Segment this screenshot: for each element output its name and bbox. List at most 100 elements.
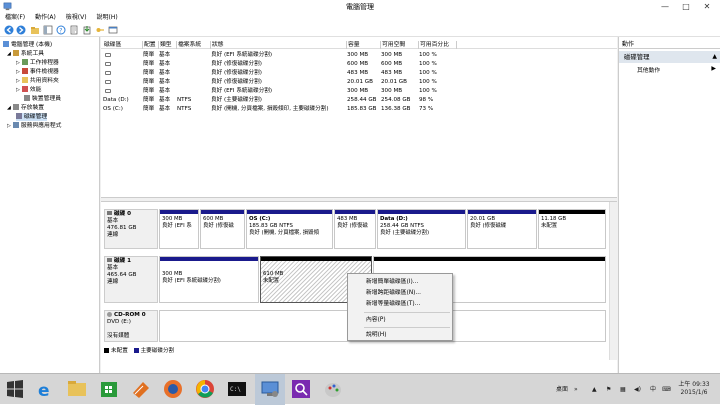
col-status[interactable]: 狀態 <box>211 41 347 49</box>
app-icon-orange[interactable] <box>130 378 152 400</box>
help-icon[interactable]: ? <box>56 25 66 35</box>
title-bar: 電腦管理 — □ ✕ <box>0 0 720 13</box>
volume-capacity: 300 MB <box>347 88 369 94</box>
computer-management-task-icon[interactable] <box>259 378 281 400</box>
volume-icon[interactable]: ◀) <box>634 374 641 405</box>
disk0-partition-data[interactable]: Data (D:) 258.44 GB NTFS 良好 (主要磁碟分割) <box>377 209 466 249</box>
legend-swatch-primary <box>133 348 139 353</box>
disk-view-scrollbar[interactable] <box>609 202 617 360</box>
volume-layout: 簡單 <box>143 88 155 94</box>
action-more-actions[interactable]: 其他動作 <box>637 65 660 74</box>
col-free-pct[interactable]: 可用百分比 <box>419 41 457 49</box>
volume-status: 良好 (修復磁碟分割) <box>211 79 262 85</box>
col-free-space[interactable]: 可用空間 <box>381 41 419 49</box>
col-type[interactable]: 類型 <box>159 41 177 49</box>
back-icon[interactable] <box>4 25 14 35</box>
key-icon[interactable] <box>95 25 105 35</box>
maximize-button[interactable]: □ <box>675 0 697 13</box>
tree-item-system-tools[interactable]: ◢ 系統工具 <box>7 50 44 58</box>
disk0-unallocated[interactable]: 11.18 GB 未配置 <box>538 209 606 249</box>
menu-properties[interactable]: 內容(P) <box>348 315 452 326</box>
taskbar: e C:\ 桌面 » ▲ ⚑ ▦ ◀) 中 ⌨ 上午 09:33 2015/1/… <box>0 373 720 405</box>
volume-icon <box>105 89 111 93</box>
chrome-icon[interactable] <box>194 378 216 400</box>
store-icon[interactable] <box>98 378 120 400</box>
input-method-icon[interactable]: 中 <box>650 374 656 405</box>
col-volume[interactable]: 磁碟區 <box>103 41 143 49</box>
col-capacity[interactable]: 容量 <box>347 41 381 49</box>
disk0-partition-os[interactable]: OS (C:) 185.83 GB NTFS 良好 (開機, 分頁檔案, 損毀傾 <box>246 209 333 249</box>
disk0-partition-recovery1[interactable]: 600 MB 良好 (修復磁 <box>200 209 245 249</box>
volume-free: 20.01 GB <box>381 79 407 85</box>
actions-section-disk-management[interactable]: 磁碟管理 ▲ <box>619 51 720 63</box>
paint-icon[interactable] <box>322 378 344 400</box>
menu-new-simple-volume[interactable]: 新增簡單磁碟區(I)... <box>348 277 452 288</box>
volume-row[interactable]: 簡單 基本 良好 (EFI 系統磁碟分割) 300 MB 300 MB 100 % <box>101 51 617 59</box>
volume-row[interactable]: OS (C:) 簡單 基本 NTFS 良好 (開機, 分頁檔案, 損毀傾印, 主要磁碟分… <box>101 105 617 113</box>
tray-overflow-icon[interactable]: » <box>574 374 578 405</box>
command-prompt-icon[interactable]: C:\ <box>226 378 248 400</box>
volume-row[interactable]: 簡單 基本 良好 (修復磁碟分割) 600 MB 600 MB 100 % <box>101 60 617 68</box>
menu-new-striped-volume[interactable]: 新增等量磁碟區(T)... <box>348 299 452 310</box>
tray-arrow-icon[interactable]: ▲ <box>592 374 597 405</box>
menu-file[interactable]: 檔案(F) <box>5 13 25 23</box>
tree-item-event-viewer[interactable]: ▷ 事件檢視器 <box>16 68 59 76</box>
disk0-partition-recovery3[interactable]: 20.01 GB 良好 (修復磁碟 <box>467 209 537 249</box>
start-icon[interactable] <box>4 378 26 400</box>
volume-capacity: 20.01 GB <box>347 79 373 85</box>
col-layout[interactable]: 配置 <box>143 41 159 49</box>
col-filesystem[interactable]: 檔案系統 <box>177 41 211 49</box>
view-icon[interactable] <box>108 25 118 35</box>
file-explorer-icon[interactable] <box>66 378 88 400</box>
tree-item-services-apps[interactable]: ▷ 服務與應用程式 <box>7 122 61 130</box>
volume-name: Data (D:) <box>103 97 129 103</box>
tree-item-storage[interactable]: ◢ 存放裝置 <box>7 104 44 112</box>
volume-icon <box>105 80 111 84</box>
toolbar: ? <box>0 23 720 37</box>
cdrom-label[interactable]: CD-ROM 0 DVD (E:) 沒有媒體 <box>104 310 158 342</box>
firefox-icon[interactable] <box>162 378 184 400</box>
disk0-partition-recovery2[interactable]: 483 MB 良好 (修復磁 <box>334 209 376 249</box>
network-icon[interactable]: ▦ <box>620 374 626 405</box>
menu-new-spanned-volume[interactable]: 新增跨距磁碟區(N)... <box>348 288 452 299</box>
tree-item-disk-management[interactable]: 磁碟管理 <box>16 113 48 121</box>
tree-item-device-manager[interactable]: 裝置管理員 <box>24 95 61 103</box>
up-folder-icon[interactable] <box>30 25 40 35</box>
volume-free-pct: 98 % <box>419 97 434 103</box>
desktop-toolbar-label[interactable]: 桌面 <box>556 374 568 405</box>
disk-icon <box>107 258 112 262</box>
svg-text:C:\: C:\ <box>230 386 241 393</box>
tree-root[interactable]: 電腦管理 (本機) <box>3 41 52 49</box>
menu-help[interactable]: 說明(H) <box>97 13 118 23</box>
menu-action[interactable]: 動作(A) <box>35 13 56 23</box>
clock[interactable]: 上午 09:33 2015/1/6 <box>672 381 716 397</box>
volume-type: 基本 <box>159 61 171 67</box>
minimize-button[interactable]: — <box>654 0 676 13</box>
internet-explorer-icon[interactable]: e <box>34 378 56 400</box>
volume-row[interactable]: 簡單 基本 良好 (修復磁碟分割) 483 MB 483 MB 100 % <box>101 69 617 77</box>
menu-help-item[interactable]: 說明(H) <box>348 330 452 341</box>
volume-row[interactable]: Data (D:) 簡單 基本 NTFS 良好 (主要磁碟分割) 258.44 GB 254… <box>101 96 617 104</box>
volume-row[interactable]: 簡單 基本 良好 (修復磁碟分割) 20.01 GB 20.01 GB 100 % <box>101 78 617 86</box>
disk0-partition-efi[interactable]: 300 MB 良好 (EFI 系 <box>159 209 199 249</box>
volume-capacity: 185.83 GB <box>347 106 377 112</box>
forward-icon[interactable] <box>16 25 26 35</box>
volume-icon <box>105 71 111 75</box>
properties-icon[interactable] <box>69 25 79 35</box>
keyboard-icon[interactable]: ⌨ <box>662 374 671 405</box>
collapse-icon[interactable]: ▲ <box>712 51 717 63</box>
disk1-label[interactable]: 磁碟 1 基本 465.64 GB 連線 <box>104 256 158 303</box>
flag-icon[interactable]: ⚑ <box>606 374 611 405</box>
close-button[interactable]: ✕ <box>696 0 718 13</box>
tree-item-task-scheduler[interactable]: ▷ 工作排程器 <box>16 59 59 67</box>
volume-free: 600 MB <box>381 61 403 67</box>
search-app-icon[interactable] <box>290 378 312 400</box>
volume-row[interactable]: 簡單 基本 良好 (EFI 系統磁碟分割) 300 MB 300 MB 100 % <box>101 87 617 95</box>
console-tree-icon[interactable] <box>43 25 53 35</box>
tree-item-shared-folders[interactable]: ▷ 共用資料夾 <box>16 77 59 85</box>
disk1-partition-efi[interactable]: 300 MB 良好 (EFI 系統磁碟分割) <box>159 256 259 303</box>
tree-item-performance[interactable]: ▷ 效能 <box>16 86 41 94</box>
menu-view[interactable]: 檢視(V) <box>66 13 87 23</box>
export-icon[interactable] <box>82 25 92 35</box>
disk0-label[interactable]: 磁碟 0 基本 476.81 GB 連線 <box>104 209 158 249</box>
